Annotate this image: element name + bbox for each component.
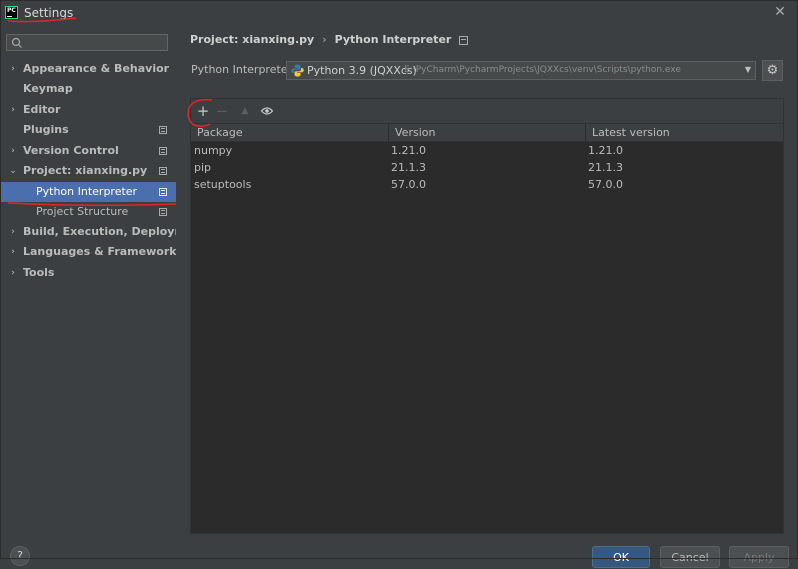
apply-button[interactable]: Apply	[729, 546, 789, 568]
package-latest-version: 21.1.3	[588, 161, 623, 174]
cancel-button[interactable]: Cancel	[660, 546, 720, 568]
sidebar-item-project[interactable]: ⌄ Project: xianxing.py	[0, 161, 176, 181]
interpreter-dropdown[interactable]: Python 3.9 (JQXXcs) E:\PyCharm\PycharmPr…	[286, 61, 756, 80]
sidebar-item-build-execution-deployment[interactable]: › Build, Execution, Deployment	[0, 222, 206, 242]
breadcrumb-project[interactable]: Project: xianxing.py	[190, 33, 314, 46]
package-name: pip	[194, 161, 212, 174]
chevron-right-icon: ›	[11, 105, 15, 115]
project-level-icon	[159, 208, 167, 216]
table-row[interactable]: setuptools 57.0.0 57.0.0	[191, 176, 783, 193]
sidebar-item-label: Editor	[23, 103, 61, 116]
packages-table-header: Package Version Latest version	[191, 123, 783, 142]
package-latest-version: 1.21.0	[588, 144, 623, 157]
gear-icon: ⚙	[766, 63, 779, 78]
package-version: 57.0.0	[391, 178, 426, 191]
dialog-footer: ? OK Cancel Apply	[0, 534, 798, 568]
sidebar-item-editor[interactable]: › Editor	[0, 100, 176, 120]
chevron-right-icon: ›	[11, 268, 15, 278]
package-version: 1.21.0	[391, 144, 426, 157]
table-row[interactable]: numpy 1.21.0 1.21.0	[191, 142, 783, 159]
sidebar-item-label: Plugins	[23, 123, 69, 136]
chevron-right-icon: ›	[11, 146, 15, 156]
eye-icon	[260, 107, 274, 115]
dropdown-arrow-icon: ▼	[744, 65, 751, 74]
chevron-right-icon: ›	[11, 64, 15, 74]
settings-content: Project: xianxing.py › Python Interpreter …	[176, 26, 798, 534]
package-latest-version: 57.0.0	[588, 178, 623, 191]
breadcrumb-separator: ›	[322, 33, 327, 46]
show-early-releases-button[interactable]	[258, 102, 276, 120]
sidebar-item-label: Keymap	[23, 82, 73, 95]
install-package-button[interactable]: +	[194, 102, 212, 120]
sidebar-item-label: Python Interpreter	[36, 185, 138, 198]
interpreter-name: Python 3.9 (JQXXcs)	[307, 64, 417, 77]
sidebar-item-plugins[interactable]: Plugins	[0, 120, 176, 140]
project-level-icon	[159, 126, 167, 134]
uninstall-package-button[interactable]: −	[213, 102, 231, 120]
table-row[interactable]: pip 21.1.3 21.1.3	[191, 159, 783, 176]
close-icon[interactable]: ✕	[772, 4, 788, 20]
packages-toolbar: + − ▲	[191, 99, 783, 123]
sidebar-item-project-structure[interactable]: Project Structure	[0, 202, 176, 222]
column-header-latest-version[interactable]: Latest version	[585, 124, 783, 142]
search-icon	[11, 37, 22, 48]
breadcrumb: Project: xianxing.py › Python Interpreter	[190, 32, 469, 48]
help-button[interactable]: ?	[10, 546, 30, 566]
sidebar-item-label: Version Control	[23, 144, 119, 157]
interpreter-settings-gear-button[interactable]: ⚙	[762, 60, 783, 81]
breadcrumb-page: Python Interpreter	[334, 33, 452, 46]
chevron-right-icon: ›	[11, 227, 15, 237]
window-title: Settings	[24, 6, 74, 20]
pycharm-logo-icon	[5, 6, 18, 19]
sidebar-item-version-control[interactable]: › Version Control	[0, 141, 176, 161]
package-name: numpy	[194, 144, 233, 157]
upgrade-package-button[interactable]: ▲	[236, 102, 254, 120]
interpreter-path: E:\PyCharm\PycharmProjects\JQXXcs\venv\S…	[404, 65, 681, 75]
python-icon	[291, 64, 304, 77]
sidebar-item-label: Languages & Frameworks	[23, 245, 184, 258]
project-level-icon	[459, 35, 469, 45]
packages-panel: + − ▲ Package Version Latest version num…	[190, 98, 784, 534]
sidebar-item-python-interpreter[interactable]: Python Interpreter	[0, 182, 176, 202]
package-name: setuptools	[194, 178, 252, 191]
sidebar-item-label: Appearance & Behavior	[23, 62, 170, 75]
sidebar-item-label: Tools	[23, 266, 55, 279]
column-header-package[interactable]: Package	[191, 124, 388, 142]
settings-sidebar: › Appearance & Behavior Keymap › Editor …	[0, 26, 206, 534]
project-level-icon	[159, 188, 167, 196]
sidebar-item-tools[interactable]: › Tools	[0, 263, 176, 283]
sidebar-item-appearance-behavior[interactable]: › Appearance & Behavior	[0, 59, 176, 79]
sidebar-item-languages-frameworks[interactable]: › Languages & Frameworks	[0, 242, 183, 262]
chevron-right-icon: ›	[11, 247, 15, 257]
sidebar-item-keymap[interactable]: Keymap	[0, 79, 176, 99]
column-header-version[interactable]: Version	[388, 124, 585, 142]
ok-button[interactable]: OK	[592, 546, 650, 568]
chevron-down-icon: ⌄	[9, 166, 17, 176]
project-level-icon	[159, 147, 167, 155]
sidebar-item-label: Project Structure	[36, 205, 129, 218]
sidebar-item-label: Project: xianxing.py	[23, 164, 148, 177]
settings-search-input[interactable]	[6, 34, 168, 51]
title-bar: Settings ✕	[0, 0, 798, 26]
package-version: 21.1.3	[391, 161, 426, 174]
project-level-icon	[159, 167, 167, 175]
interpreter-label: Python Interpreter:	[191, 63, 296, 76]
